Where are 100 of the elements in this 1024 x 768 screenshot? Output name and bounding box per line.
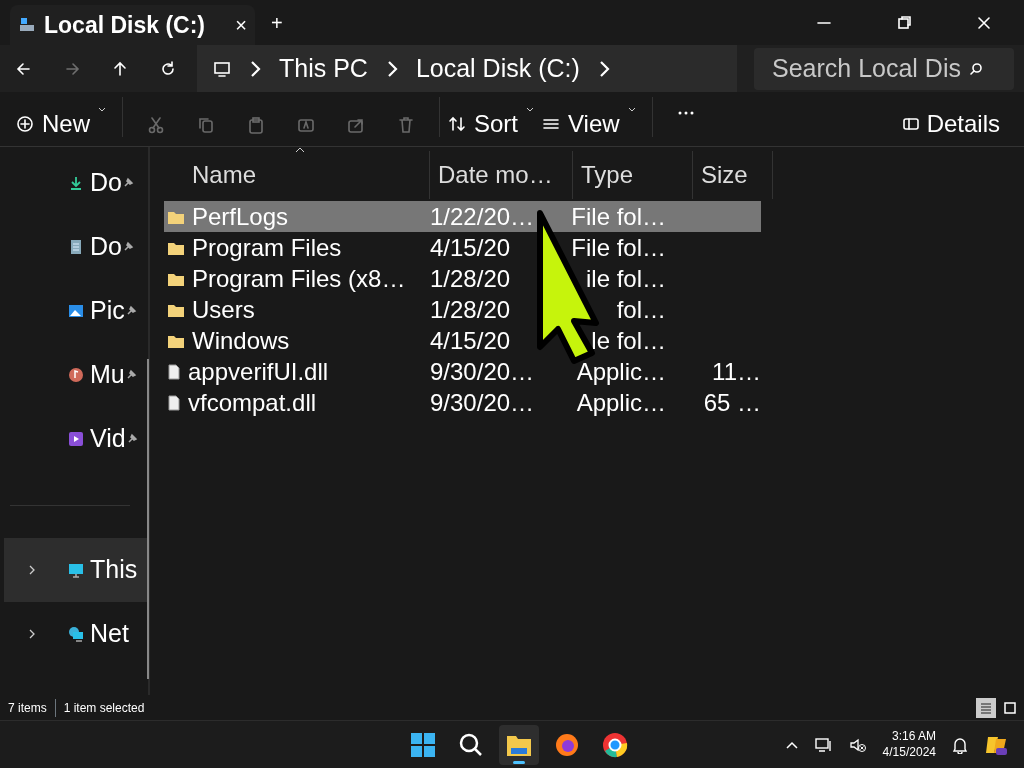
file-row[interactable]: appverifUI.dll 9/30/20… Applic… 11… (164, 356, 761, 387)
folder-icon (168, 333, 184, 348)
file-row[interactable]: vfcompat.dll 9/30/20… Applic… 65 … (164, 387, 761, 418)
file-name: appverifUI.dll (188, 357, 329, 387)
type-cell-text: le fol… (591, 326, 666, 356)
folder-icon (168, 302, 184, 317)
folder-icon (168, 240, 184, 255)
type-cell-text: ile fol… (585, 264, 666, 294)
file-name: PerfLogs (192, 202, 289, 232)
address-bar[interactable]: This PC Local Disk (C:) (197, 45, 737, 92)
downloads-icon (68, 175, 84, 191)
network-icon (68, 626, 84, 642)
pc-icon (68, 562, 84, 578)
column-header[interactable]: Size (701, 157, 748, 193)
sort-button[interactable]: Sort (448, 106, 535, 142)
drive-icon (18, 16, 36, 34)
sidebar-item[interactable]: This (4, 538, 148, 602)
new-tab-button[interactable]: + (271, 8, 283, 45)
scrollbar[interactable] (147, 359, 149, 679)
file-row[interactable]: PerfLogs 1/22/20… File fol… (164, 201, 761, 232)
muted-speaker-icon[interactable] (848, 736, 867, 753)
folder-icon (168, 271, 184, 286)
caret-icon (627, 106, 636, 114)
column-header[interactable]: Type (581, 157, 634, 193)
sidebar-item[interactable]: Do (4, 215, 148, 279)
chevron-icon[interactable] (27, 564, 36, 576)
sidebar-item[interactable]: Pic (4, 279, 148, 343)
file-row[interactable]: Program Files 4/15/20 File fol… (164, 232, 761, 263)
column-header[interactable]: Name (192, 157, 257, 193)
close-icon[interactable] (976, 14, 992, 31)
close-tab-button[interactable]: × (235, 10, 247, 40)
sidebar-item[interactable]: Mu (4, 343, 148, 407)
date-cell: 9/30/20… (430, 358, 535, 385)
details-icon (979, 700, 993, 715)
up-icon[interactable] (111, 59, 129, 78)
view-button[interactable]: View (542, 106, 636, 142)
file-name: vfcompat.dll (188, 388, 317, 418)
taskbar-explorer-button[interactable] (499, 724, 539, 765)
file-row[interactable]: Windows 4/15/20 le fol… (164, 325, 761, 356)
type-cell-text: File fol… (571, 202, 666, 232)
selection-count: 1 item selected (54, 698, 145, 717)
copy-icon (197, 116, 215, 134)
file-name: Program Files (x8… (192, 264, 406, 294)
type-cell-text: Applic… (576, 357, 666, 387)
type-cell-text: fol… (616, 295, 666, 325)
caret-icon (526, 106, 535, 114)
new-icon (16, 115, 34, 133)
pictures-icon (68, 303, 84, 319)
bell-icon[interactable] (952, 735, 968, 754)
folder-icon (168, 209, 184, 224)
breadcrumb-item[interactable]: Local Disk (C:) (415, 49, 580, 88)
share-icon (347, 116, 365, 134)
caret-icon (98, 106, 106, 114)
breadcrumb-item[interactable]: This PC (279, 49, 368, 88)
file-name: Users (192, 295, 255, 325)
network-icon[interactable] (814, 736, 833, 753)
details-button[interactable]: Details (902, 106, 1000, 142)
rename-icon (297, 116, 315, 134)
clock-date[interactable]: 4/15/2024 (882, 744, 936, 761)
refresh-icon[interactable] (159, 59, 177, 78)
sidebar-item[interactable]: Do (4, 151, 148, 215)
search-box[interactable]: Search Local Dis (754, 47, 1014, 90)
file-name: Program Files (192, 233, 342, 263)
date-cell: 1/28/20 (430, 296, 511, 323)
date-cell: 4/15/20 (430, 234, 511, 261)
item-count: 7 items (8, 699, 47, 717)
details-pane-icon (902, 117, 919, 131)
tab-title: Local Disk (C:) (44, 10, 206, 40)
search-field[interactable]: Search Local Dis (754, 48, 969, 89)
monitor-icon (213, 59, 231, 78)
file-icon (168, 394, 180, 411)
music-icon (68, 367, 84, 383)
view-details-button[interactable] (976, 697, 996, 718)
date-cell: 9/30/20… (430, 389, 535, 416)
search-icon (969, 61, 983, 76)
size-cell-text: 11… (712, 357, 761, 387)
date-cell: 1/28/20 (430, 265, 511, 292)
videos-icon (68, 431, 84, 447)
chevron-icon[interactable] (27, 628, 36, 640)
delete-icon (397, 116, 415, 134)
documents-icon (68, 239, 84, 255)
tab[interactable]: Local Disk (C:) × (10, 5, 255, 45)
chevron-up-icon[interactable] (784, 739, 799, 750)
sidebar-item[interactable]: Net (4, 602, 148, 666)
restore-icon[interactable] (896, 14, 912, 31)
file-row[interactable]: Program Files (x8… 1/28/20 ile fol… (164, 263, 761, 294)
cut-icon (147, 116, 165, 134)
file-name: Windows (192, 326, 290, 356)
size-cell-text: 65 … (703, 388, 761, 418)
date-cell: 1/22/20… (430, 203, 535, 230)
more-icon (676, 111, 695, 115)
file-row[interactable]: Users 1/28/20 fol… (164, 294, 761, 325)
new-button[interactable]: New (16, 106, 106, 142)
sidebar-item[interactable]: Vid (4, 407, 148, 471)
column-header[interactable]: Date mo… (438, 157, 553, 193)
type-cell-text: Applic… (576, 388, 666, 418)
clock-time[interactable]: 3:16 AM (882, 728, 936, 745)
sort-icon (448, 115, 466, 133)
file-icon (168, 363, 180, 380)
more-button[interactable] (676, 111, 695, 115)
